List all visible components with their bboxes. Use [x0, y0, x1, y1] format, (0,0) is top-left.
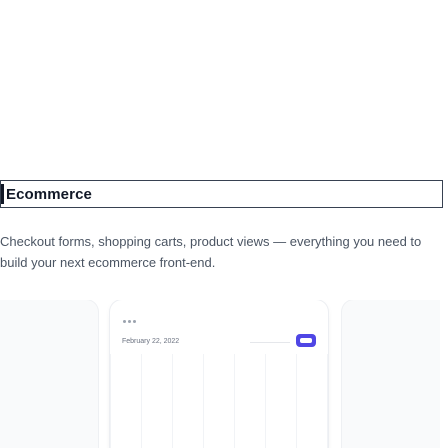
category-title: Ecommerce	[6, 185, 92, 203]
category-description: Checkout forms, shopping carts, product …	[0, 234, 422, 270]
preview-card-right	[342, 300, 440, 448]
divider-line	[250, 342, 290, 343]
preview-date: February 22, 2022	[122, 338, 180, 345]
calendar-grid	[110, 354, 328, 448]
page: Ecommerce Checkout forms, shopping carts…	[0, 0, 448, 448]
preview-card-left	[0, 300, 98, 448]
toggle-icon	[296, 334, 316, 347]
more-dots-icon	[123, 320, 136, 323]
category-preview[interactable]: February 22, 2022	[0, 300, 440, 448]
text-cursor	[1, 184, 4, 204]
category-heading-link[interactable]: Ecommerce	[0, 180, 443, 208]
preview-card-center: February 22, 2022	[110, 300, 328, 448]
